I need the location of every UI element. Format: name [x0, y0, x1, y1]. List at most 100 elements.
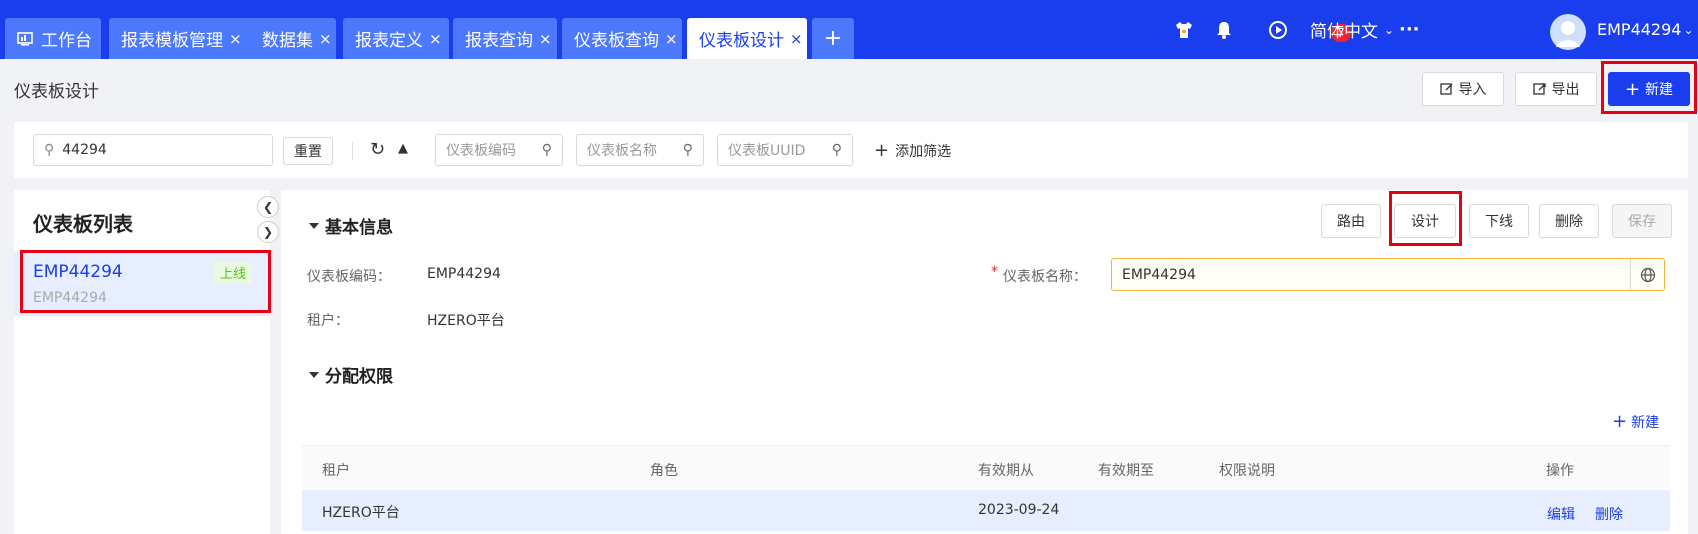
- reset-button[interactable]: 重置: [283, 137, 333, 165]
- add-tab-button[interactable]: +: [812, 18, 854, 59]
- export-button[interactable]: 导出: [1515, 72, 1597, 106]
- tab-label: 报表模板管理: [121, 31, 223, 51]
- dashboard-uuid-filter[interactable]: 仪表板UUID ⚲: [717, 134, 853, 166]
- tab-label: 仪表板设计: [699, 31, 784, 51]
- more-menu[interactable]: ···: [1399, 0, 1420, 59]
- plus-icon: +: [823, 26, 843, 51]
- expand-right-icon[interactable]: ❯: [257, 221, 279, 243]
- chevron-down-icon: ⌄: [1683, 22, 1694, 37]
- placeholder: 仪表板名称: [587, 143, 657, 159]
- tab-dashboard-design[interactable]: 仪表板设计 ×: [687, 18, 807, 59]
- save-button[interactable]: 保存: [1612, 204, 1672, 238]
- tab-label: 仪表板查询: [574, 31, 659, 51]
- language-selector[interactable]: 简体中文 ⌄: [1310, 0, 1394, 59]
- delete-link[interactable]: 删除: [1595, 504, 1623, 524]
- reset-label: 重置: [294, 144, 322, 160]
- play-circle-icon[interactable]: [1267, 0, 1289, 59]
- tab-dataset[interactable]: 数据集 ×: [250, 18, 336, 59]
- close-icon[interactable]: ×: [539, 30, 552, 48]
- dashboard-code-filter[interactable]: 仪表板编码 ⚲: [435, 134, 563, 166]
- tab-label: 数据集: [262, 31, 313, 51]
- delete-button[interactable]: 删除: [1539, 204, 1599, 238]
- caret-down-icon: [309, 222, 319, 229]
- add-filter-label: 添加筛选: [895, 143, 952, 160]
- design-label: 设计: [1411, 214, 1439, 230]
- tenant-value: HZERO平台: [427, 313, 505, 329]
- username: EMP44294: [1597, 20, 1682, 39]
- basic-info-header[interactable]: 基本信息: [309, 213, 393, 238]
- search-icon: ⚲: [44, 142, 55, 158]
- offline-label: 下线: [1485, 214, 1513, 230]
- dashboard-name-input[interactable]: EMP44294: [1111, 258, 1665, 291]
- list-item[interactable]: EMP44294 EMP44294 上线: [14, 252, 270, 316]
- column-header-description: 权限说明: [1219, 463, 1275, 479]
- import-label: 导入: [1458, 82, 1487, 98]
- close-icon[interactable]: ×: [665, 30, 678, 48]
- import-button[interactable]: 导入: [1422, 72, 1504, 106]
- dashboard-name-filter[interactable]: 仪表板名称 ⚲: [576, 134, 704, 166]
- save-label: 保存: [1628, 214, 1656, 230]
- user-menu[interactable]: EMP44294 ⌄: [1597, 0, 1694, 59]
- search-value: 44294: [62, 142, 107, 158]
- permissions-title: 分配权限: [325, 367, 393, 387]
- tab-dashboard-query[interactable]: 仪表板查询 ×: [562, 18, 682, 59]
- delete-label: 删除: [1555, 214, 1583, 230]
- row-valid-from: 2023-09-24: [978, 502, 1060, 518]
- close-icon[interactable]: ×: [790, 30, 803, 48]
- new-button[interactable]: + 新建: [1608, 72, 1690, 106]
- dashboard-name-value: EMP44294: [1122, 266, 1196, 283]
- route-button[interactable]: 路由: [1321, 204, 1381, 238]
- column-header-actions: 操作: [1546, 463, 1574, 479]
- column-header-role: 角色: [650, 463, 678, 479]
- caret-down-icon: [309, 371, 319, 378]
- add-permission-button[interactable]: + 新建: [1612, 411, 1659, 432]
- add-permission-label: 新建: [1631, 414, 1660, 431]
- plus-icon: +: [1624, 78, 1641, 100]
- column-header-valid-to: 有效期至: [1098, 463, 1154, 479]
- export-icon: [1532, 82, 1547, 96]
- close-icon[interactable]: ×: [319, 30, 332, 48]
- new-label: 新建: [1645, 82, 1674, 98]
- add-filter-button[interactable]: + 添加筛选: [874, 140, 951, 161]
- column-header-tenant: 租户: [322, 463, 350, 479]
- permissions-header[interactable]: 分配权限: [309, 362, 393, 387]
- edit-link[interactable]: 编辑: [1547, 504, 1575, 524]
- tab-report-template[interactable]: 报表模板管理 ×: [109, 18, 255, 59]
- refresh-icon[interactable]: ↻: [370, 139, 385, 160]
- required-mark: *: [991, 264, 998, 280]
- list-item-name: EMP44294: [33, 262, 123, 282]
- search-icon: ⚲: [682, 142, 693, 158]
- plus-icon: +: [1612, 411, 1628, 432]
- tab-workbench[interactable]: 工作台: [5, 18, 101, 59]
- dashboard-code-label: 仪表板编码：: [307, 269, 391, 285]
- search-input[interactable]: ⚲ 44294: [33, 134, 273, 166]
- status-badge: 上线: [214, 262, 253, 283]
- tab-report-definition[interactable]: 报表定义 ×: [343, 18, 449, 59]
- close-icon[interactable]: ×: [429, 30, 442, 48]
- dashboard-name-label: 仪表板名称：: [1003, 269, 1087, 285]
- top-navigation-bar: 工作台 报表模板管理 × 数据集 × 报表定义 × 报表查询 × 仪表板查询 ×…: [0, 0, 1698, 59]
- dashboard-list-panel: [14, 190, 270, 534]
- language-label: 简体中文: [1310, 22, 1378, 42]
- tab-report-query[interactable]: 报表查询 ×: [453, 18, 557, 59]
- bell-icon[interactable]: [1213, 0, 1235, 59]
- search-icon: ⚲: [541, 142, 552, 158]
- tab-label: 报表定义: [355, 31, 423, 51]
- design-button[interactable]: 设计: [1394, 204, 1456, 238]
- close-icon[interactable]: ×: [229, 30, 242, 48]
- dashboard-code-value: EMP44294: [427, 266, 501, 282]
- collapse-left-icon[interactable]: ❮: [257, 196, 279, 218]
- offline-button[interactable]: 下线: [1469, 204, 1529, 238]
- globe-icon[interactable]: [1630, 259, 1664, 290]
- monitor-icon: [17, 31, 33, 47]
- row-tenant: HZERO平台: [322, 505, 400, 521]
- column-header-valid-from: 有效期从: [978, 463, 1034, 479]
- export-label: 导出: [1551, 82, 1580, 98]
- chevron-down-icon: ⌄: [1384, 22, 1395, 37]
- route-label: 路由: [1337, 214, 1365, 230]
- avatar[interactable]: [1550, 14, 1586, 50]
- collapse-up-icon[interactable]: ▲: [398, 141, 408, 156]
- shirt-icon[interactable]: [1173, 0, 1195, 59]
- tab-label: 工作台: [41, 31, 92, 51]
- placeholder: 仪表板UUID: [728, 143, 806, 159]
